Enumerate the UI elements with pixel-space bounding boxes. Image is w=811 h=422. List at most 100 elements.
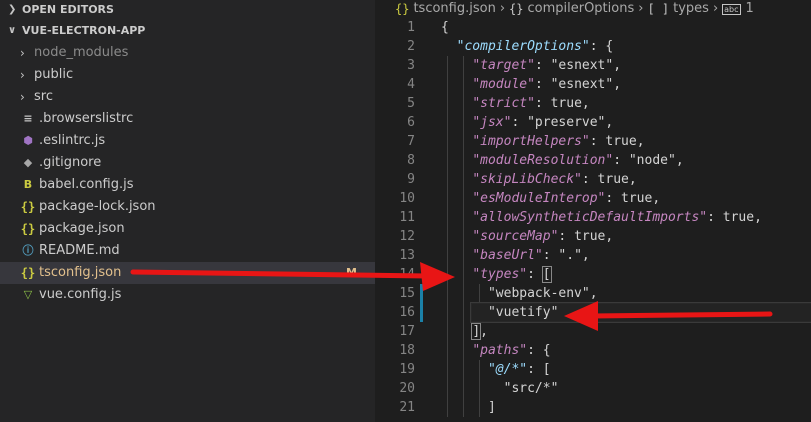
chevron-right-icon: ›	[20, 90, 25, 104]
code-line: 9 "skipLibCheck": true,	[375, 170, 811, 189]
explorer-sidebar: ❯ OPEN EDITORS ∨ VUE-ELECTRON-APP › node…	[0, 0, 375, 422]
git-icon: ◆	[23, 156, 33, 169]
token: "types"	[472, 267, 528, 282]
tree-item-label: node_modules	[34, 45, 129, 60]
token: "allowSyntheticDefaultImports"	[472, 210, 708, 225]
tree-item-readme[interactable]: ⓘ README.md	[0, 240, 375, 262]
tree-item-vue-config[interactable]: ▽ vue.config.js	[0, 284, 375, 306]
chevron-right-icon: ›	[712, 1, 719, 16]
tree-item-node-modules[interactable]: › node_modules	[0, 42, 375, 64]
line-number: 11	[399, 210, 415, 225]
json-braces-icon: {}	[20, 266, 36, 280]
line-number: 13	[399, 248, 415, 263]
code-line: 21 ]	[375, 398, 811, 417]
code-line: 8 "moduleResolution": "node",	[375, 151, 811, 170]
chevron-down-icon: ∨	[8, 25, 17, 36]
line-number: 20	[399, 381, 415, 396]
tree-item-tsconfig[interactable]: {} tsconfig.json M	[0, 262, 375, 284]
token: true	[621, 191, 653, 206]
code-area[interactable]: 1 { 2 "compilerOptions": { 3 "target": "…	[375, 18, 811, 417]
token: "compilerOptions"	[456, 39, 590, 54]
code-line: 6 "jsx": "preserve",	[375, 113, 811, 132]
code-line-current: 16 "vuetify"	[375, 302, 811, 323]
tree-item-label: src	[34, 89, 53, 104]
line-number: 17	[399, 324, 415, 339]
project-header[interactable]: ∨ VUE-ELECTRON-APP	[0, 20, 375, 42]
token: "skipLibCheck"	[472, 172, 582, 187]
token: "baseUrl"	[472, 248, 543, 263]
tree-item-label: .eslintrc.js	[39, 133, 106, 148]
token: true	[574, 229, 606, 244]
code-editor[interactable]: {} tsconfig.json › {} compilerOptions › …	[375, 0, 811, 422]
tree-item-public[interactable]: › public	[0, 64, 375, 86]
json-braces-icon: {}	[20, 222, 36, 236]
code-line: 15 "webpack-env",	[375, 284, 811, 303]
tree-item-label: public	[34, 67, 74, 82]
token: "vuetify"	[487, 305, 559, 320]
line-number: 2	[407, 39, 415, 54]
tree-item-src[interactable]: › src	[0, 86, 375, 108]
line-number: 18	[399, 343, 415, 358]
chevron-right-icon: ❯	[8, 4, 17, 15]
line-number: 16	[399, 305, 415, 320]
eslint-icon: ⬢	[23, 134, 33, 147]
token: "target"	[472, 58, 535, 73]
tree-item-label: .browserslistrc	[39, 111, 134, 126]
tree-item-label: package.json	[39, 221, 125, 236]
chevron-right-icon: ›	[20, 68, 25, 82]
line-number: 3	[407, 58, 415, 73]
token: true	[550, 96, 582, 111]
tree-item-label: tsconfig.json	[39, 265, 122, 280]
tree-item-package-lock[interactable]: {} package-lock.json	[0, 196, 375, 218]
chevron-right-icon: ›	[499, 1, 506, 16]
breadcrumb-segment[interactable]: types	[673, 0, 709, 18]
code-line: 7 "importHelpers": true,	[375, 132, 811, 151]
token: "moduleResolution"	[472, 153, 614, 168]
array-brackets-icon: [ ]	[647, 2, 670, 16]
token: true	[722, 210, 755, 225]
tree-item-label: .gitignore	[39, 155, 102, 170]
code-line: 2 "compilerOptions": {	[375, 37, 811, 56]
breadcrumb-segment[interactable]: compilerOptions	[527, 0, 634, 18]
line-number: 6	[407, 115, 415, 130]
code-line: 1 {	[375, 18, 811, 37]
info-icon: ⓘ	[22, 244, 34, 257]
json-braces-icon: {}	[395, 2, 410, 16]
babel-icon: B	[23, 178, 33, 191]
code-line: 18 "paths": {	[375, 341, 811, 360]
code-line: 13 "baseUrl": ".",	[375, 246, 811, 265]
chevron-right-icon: ›	[20, 46, 25, 60]
code-line: 10 "esModuleInterop": true,	[375, 189, 811, 208]
open-editors-header[interactable]: ❯ OPEN EDITORS	[0, 0, 375, 20]
line-number: 12	[399, 229, 415, 244]
token: "importHelpers"	[472, 134, 590, 149]
code-line: 4 "module": "esnext",	[375, 75, 811, 94]
code-line: 20 "src/*"	[375, 379, 811, 398]
tree-item-babel-config[interactable]: B babel.config.js	[0, 174, 375, 196]
breadcrumb: {} tsconfig.json › {} compilerOptions › …	[375, 0, 811, 18]
line-number: 7	[407, 134, 415, 149]
tree-item-browserslistrc[interactable]: ≡ .browserslistrc	[0, 108, 375, 130]
chevron-right-icon: ›	[638, 1, 644, 16]
line-number: 5	[407, 96, 415, 111]
tree-item-gitignore[interactable]: ◆ .gitignore	[0, 152, 375, 174]
tree-item-package-json[interactable]: {} package.json	[0, 218, 375, 240]
project-label: VUE-ELECTRON-APP	[22, 24, 146, 37]
token: "sourceMap"	[472, 229, 559, 244]
token: {	[441, 20, 449, 35]
json-braces-icon: {}	[20, 200, 36, 214]
token: "esnext"	[550, 58, 614, 73]
token: "."	[558, 248, 582, 263]
breadcrumb-file[interactable]: tsconfig.json	[413, 0, 495, 18]
token: true	[597, 172, 629, 187]
tree-item-label: vue.config.js	[39, 287, 122, 302]
tree-item-label: babel.config.js	[39, 177, 134, 192]
string-icon: abc	[722, 3, 741, 15]
code-line: 14 "types": [	[375, 265, 811, 284]
tree-item-eslintrc[interactable]: ⬢ .eslintrc.js	[0, 130, 375, 152]
line-number: 15	[399, 286, 415, 301]
tree-item-label: package-lock.json	[39, 199, 156, 214]
open-editors-label: OPEN EDITORS	[22, 3, 114, 16]
code-line: 3 "target": "esnext",	[375, 56, 811, 75]
breadcrumb-segment[interactable]: 1	[746, 0, 754, 18]
